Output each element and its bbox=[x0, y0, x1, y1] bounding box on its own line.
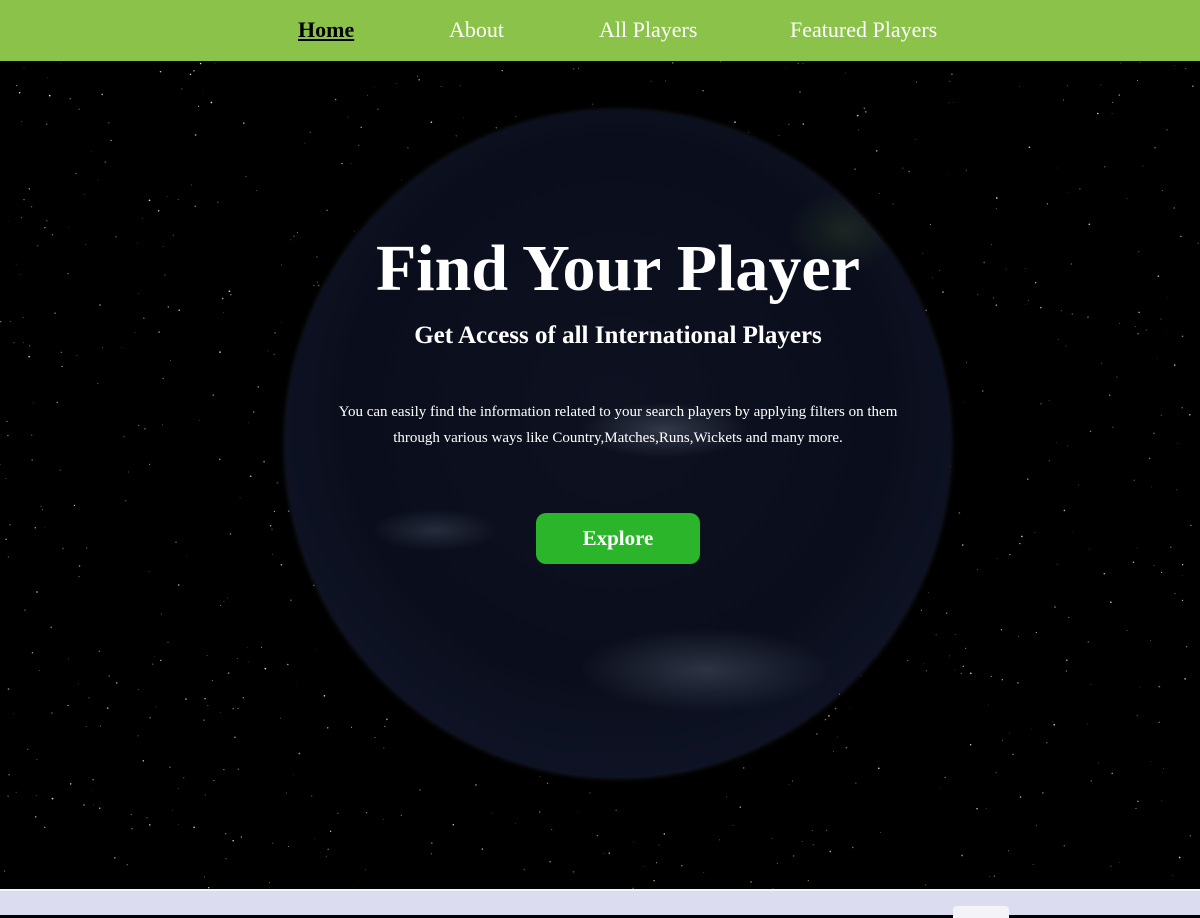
nav-about-link[interactable]: About bbox=[449, 16, 504, 44]
hero-section: Find Your Player Get Access of all Inter… bbox=[0, 61, 1200, 889]
top-navbar: Home About All Players Featured Players bbox=[0, 0, 1200, 61]
hero-description: You can easily find the information rela… bbox=[338, 404, 898, 446]
hero-title: Find Your Player bbox=[375, 232, 860, 305]
nav-all-players-link[interactable]: All Players bbox=[599, 16, 697, 44]
hero-subtitle: Get Access of all International Players bbox=[414, 322, 822, 349]
explore-button[interactable]: Explore bbox=[536, 513, 700, 564]
browser-bottom-bar bbox=[0, 889, 1200, 918]
nav-home-link[interactable]: Home bbox=[298, 16, 354, 44]
nav-featured-players-link[interactable]: Featured Players bbox=[790, 16, 937, 44]
bottom-bar-tab bbox=[953, 906, 1009, 918]
